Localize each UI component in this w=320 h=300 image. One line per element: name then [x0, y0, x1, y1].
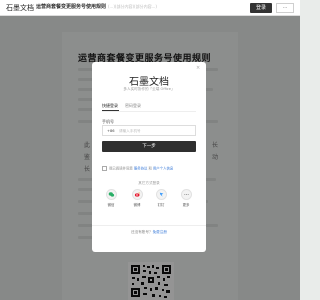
- weibo-label: 微博: [133, 203, 141, 207]
- dingtalk-label: 钉钉: [157, 203, 165, 207]
- agreement-row: 我已阅读并同意 服务协议 和 用户个人信息: [102, 166, 200, 172]
- tab-password-login[interactable]: 密码登录: [125, 103, 141, 109]
- next-button[interactable]: 下一步: [102, 141, 196, 152]
- footer-divider: [92, 225, 206, 226]
- top-bar: 石墨文档 运营商套餐变更服务号使用规则 (...)(部分内容)(部分内容...)…: [0, 0, 300, 16]
- more-label: 更多: [182, 203, 190, 207]
- agreement-checkbox[interactable]: [102, 166, 107, 171]
- more-icon: [183, 194, 189, 195]
- document-title: 运营商套餐变更服务号使用规则: [36, 4, 107, 10]
- register-prompt: 还没有账号？: [131, 230, 153, 234]
- dingtalk-login-button[interactable]: 钉钉: [153, 189, 169, 207]
- register-row: 还没有账号？免费注册: [92, 230, 206, 235]
- register-link[interactable]: 免费注册: [153, 230, 167, 234]
- active-tab-indicator: [102, 110, 119, 111]
- agreement-text: 我已阅读并同意: [109, 166, 133, 171]
- agreement-and-text: 和: [148, 166, 152, 171]
- weibo-icon: [134, 192, 140, 197]
- service-agreement-link[interactable]: 服务协议: [134, 167, 148, 171]
- more-button[interactable]: ···: [276, 3, 294, 13]
- wechat-login-button[interactable]: 微信: [103, 189, 119, 207]
- document-subtitle: (...)(部分内容)(部分内容...): [108, 4, 157, 9]
- weibo-login-button[interactable]: 微博: [129, 189, 145, 207]
- privacy-policy-link[interactable]: 用户个人信息: [153, 167, 173, 171]
- wechat-icon: [108, 192, 114, 197]
- login-button[interactable]: 登录: [250, 3, 272, 13]
- tab-quick-login[interactable]: 快捷登录: [102, 103, 118, 109]
- brand-logo[interactable]: 石墨文档: [6, 3, 34, 13]
- other-login-label: 其它方式登录: [138, 181, 160, 185]
- close-icon[interactable]: ×: [196, 65, 200, 71]
- phone-field[interactable]: +86: [102, 125, 196, 136]
- country-code-select[interactable]: +86: [107, 129, 115, 133]
- more-login-button[interactable]: 更多: [178, 189, 194, 207]
- wechat-label: 微信: [107, 203, 115, 207]
- phone-input[interactable]: [119, 127, 193, 134]
- login-modal: × 石墨文档 多人实时协作的「云端 Office」 快捷登录 密码登录 手机号 …: [92, 62, 206, 252]
- tab-divider: [102, 111, 196, 112]
- dingtalk-icon: [159, 192, 163, 197]
- modal-logo: 石墨文档: [129, 77, 169, 88]
- modal-subtitle: 多人实时协作的「云端 Office」: [123, 87, 175, 91]
